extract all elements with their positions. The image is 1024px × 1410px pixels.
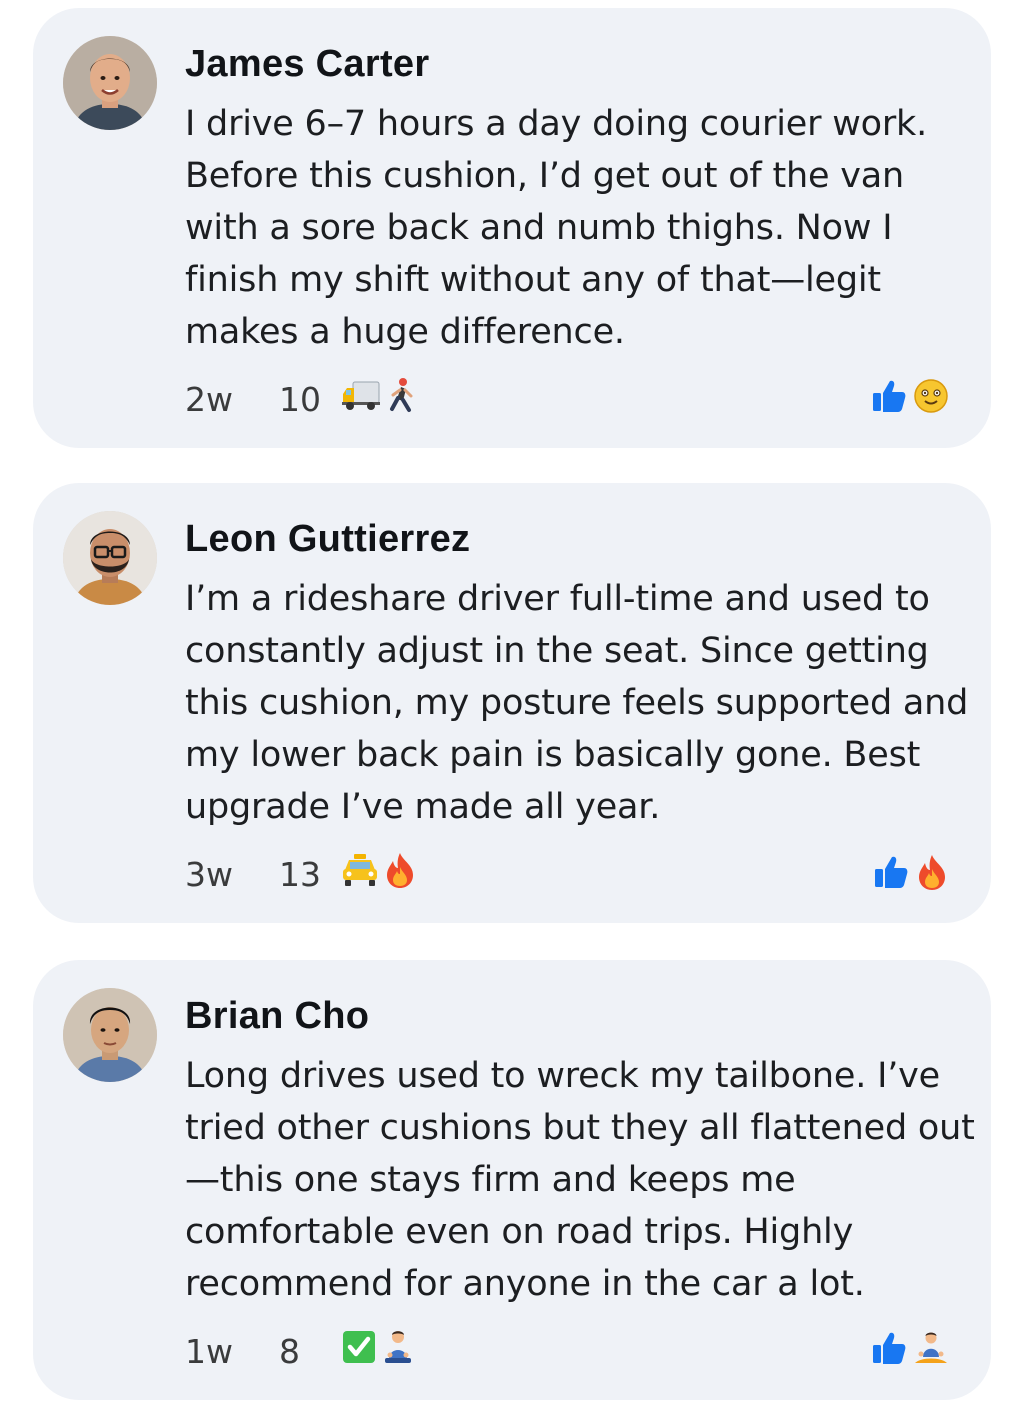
fire-icon	[915, 853, 949, 895]
commenter-name[interactable]: Leon Guttierrez	[185, 517, 470, 561]
avatar[interactable]	[63, 511, 157, 605]
comment-text: Long drives used to wreck my tailbone. I…	[185, 1056, 975, 1304]
check-mark-button-icon	[341, 1329, 377, 1373]
timestamp[interactable]: 2w	[185, 380, 279, 419]
thumbs-up-icon	[871, 1330, 907, 1370]
thumbs-up-icon	[871, 378, 907, 418]
avatar[interactable]	[63, 36, 157, 130]
comment-card: Brian Cho Long drives used to wreck my t…	[33, 960, 991, 1400]
reaction-count[interactable]: 13	[279, 855, 341, 894]
smiling-face-icon	[913, 378, 949, 418]
person-sitting-icon	[381, 1329, 415, 1373]
person-walking-icon	[385, 377, 417, 421]
comment-text: I drive 6–7 hours a day doing courier wo…	[185, 104, 928, 352]
reaction-summary[interactable]	[871, 1330, 949, 1370]
taxi-icon	[341, 852, 379, 896]
commenter-name[interactable]: Brian Cho	[185, 994, 369, 1038]
person-meditating-icon	[913, 1330, 949, 1370]
comment-text: I’m a rideshare driver full-time and use…	[185, 579, 969, 827]
delivery-truck-icon	[341, 377, 381, 421]
timestamp[interactable]: 3w	[185, 855, 279, 894]
thumbs-up-icon	[873, 854, 909, 894]
reaction-count[interactable]: 8	[279, 1332, 341, 1371]
avatar[interactable]	[63, 988, 157, 1082]
commenter-name[interactable]: James Carter	[185, 42, 429, 86]
comment-meta: 3w 13	[185, 849, 417, 899]
reaction-summary[interactable]	[871, 378, 949, 418]
timestamp[interactable]: 1w	[185, 1332, 279, 1371]
reaction-count[interactable]: 10	[279, 380, 341, 419]
comment-meta: 1w 8	[185, 1326, 415, 1376]
fire-icon	[383, 851, 417, 897]
comment-meta: 2w 10	[185, 374, 417, 424]
comment-card: Leon Guttierrez I’m a rideshare driver f…	[33, 483, 991, 923]
comment-card: James Carter I drive 6–7 hours a day doi…	[33, 8, 991, 448]
reaction-summary[interactable]	[873, 853, 949, 895]
